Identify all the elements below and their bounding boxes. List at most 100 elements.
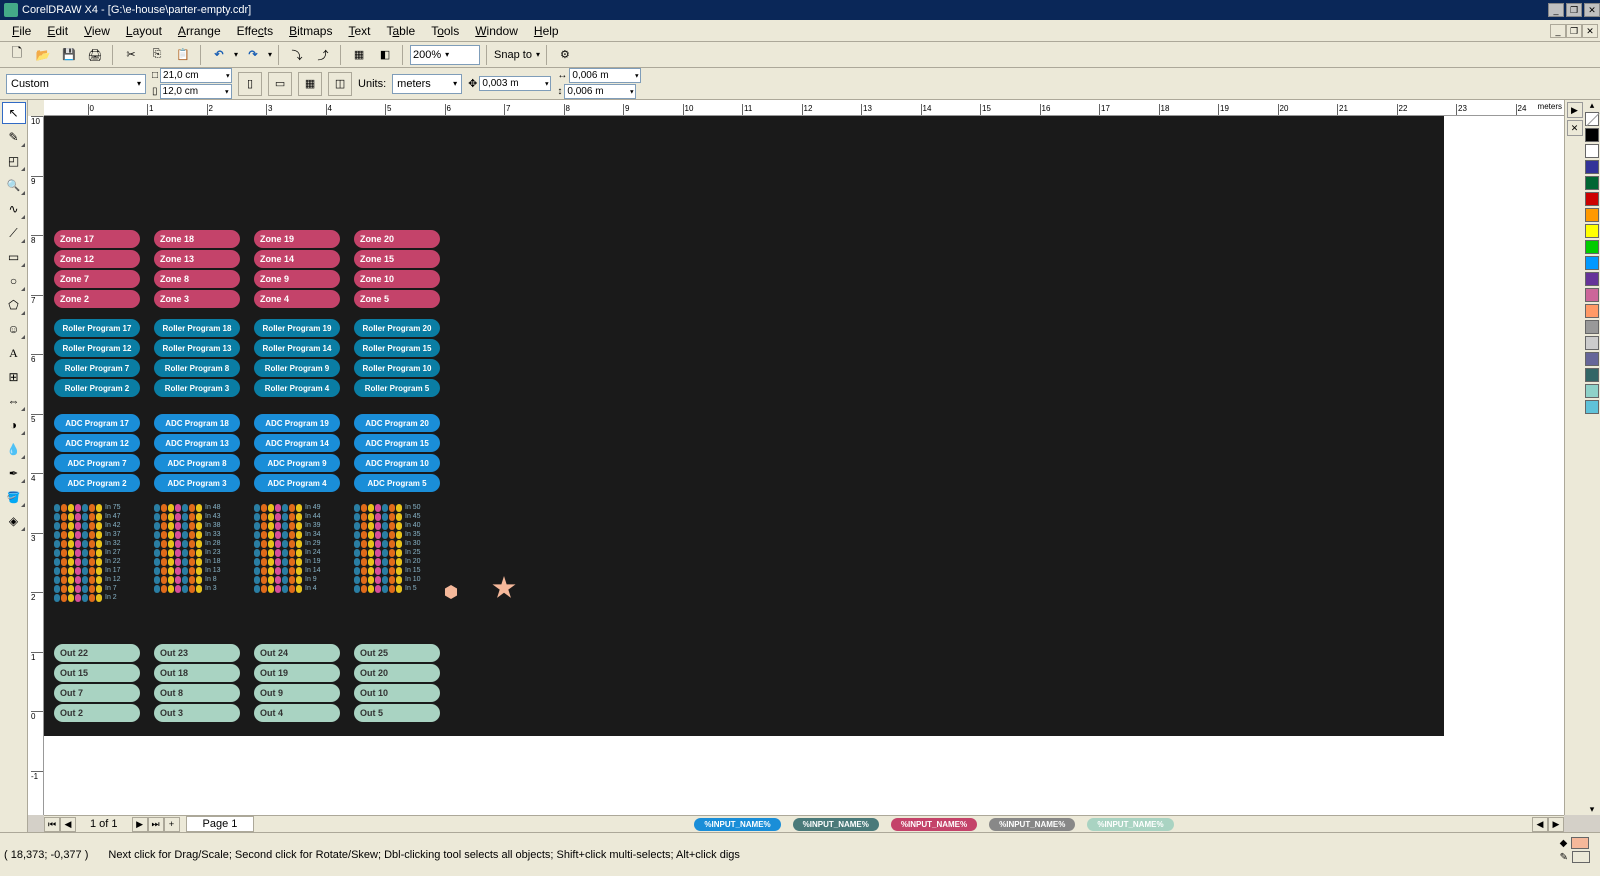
roller-program-button[interactable]: Roller Program 18	[154, 319, 240, 337]
adc-program-button[interactable]: ADC Program 14	[254, 434, 340, 452]
color-swatch[interactable]	[1585, 304, 1599, 318]
horizontal-ruler[interactable]: 0123456789101112131415161718192021222324…	[28, 100, 1564, 116]
output-button[interactable]: Out 24	[254, 644, 340, 662]
fill-swatch[interactable]	[1571, 837, 1589, 849]
zone-button[interactable]: Zone 14	[254, 250, 340, 268]
output-button[interactable]: Out 2	[54, 704, 140, 722]
duplicate-x-field[interactable]: 0,006 m	[569, 68, 641, 83]
add-page-button[interactable]: +	[164, 817, 180, 832]
zone-button[interactable]: Zone 7	[54, 270, 140, 288]
adc-program-button[interactable]: ADC Program 4	[254, 474, 340, 492]
paper-width-field[interactable]: 21,0 cm	[160, 68, 232, 83]
hints-tab[interactable]: ▶	[1567, 102, 1583, 118]
zone-button[interactable]: Zone 9	[254, 270, 340, 288]
color-swatch[interactable]	[1585, 256, 1599, 270]
output-button[interactable]: Out 7	[54, 684, 140, 702]
table-tool[interactable]	[2, 366, 26, 388]
input-name-tag[interactable]: %INPUT_NAME%	[694, 818, 780, 831]
duplicate-y-field[interactable]: 0,006 m	[564, 84, 636, 99]
import-button[interactable]	[286, 44, 308, 66]
maximize-button[interactable]: ❐	[1566, 3, 1582, 17]
no-color-swatch[interactable]	[1585, 112, 1599, 126]
output-button[interactable]: Out 10	[354, 684, 440, 702]
prev-page-button[interactable]: ◀	[60, 817, 76, 832]
color-swatch[interactable]	[1585, 272, 1599, 286]
outline-tool[interactable]	[2, 462, 26, 484]
zoom-tool[interactable]	[2, 174, 26, 196]
palette-down-button[interactable]: ▾	[1584, 804, 1600, 815]
vertical-ruler[interactable]: 109876543210-1	[28, 116, 44, 815]
zone-button[interactable]: Zone 15	[354, 250, 440, 268]
color-swatch[interactable]	[1585, 176, 1599, 190]
color-swatch[interactable]	[1585, 368, 1599, 382]
export-button[interactable]	[312, 44, 334, 66]
zone-button[interactable]: Zone 19	[254, 230, 340, 248]
input-name-tag[interactable]: %INPUT_NAME%	[891, 818, 977, 831]
color-swatch[interactable]	[1585, 128, 1599, 142]
output-button[interactable]: Out 23	[154, 644, 240, 662]
color-swatch[interactable]	[1585, 160, 1599, 174]
zone-button[interactable]: Zone 3	[154, 290, 240, 308]
output-button[interactable]: Out 8	[154, 684, 240, 702]
adc-program-button[interactable]: ADC Program 10	[354, 454, 440, 472]
minimize-button[interactable]: _	[1548, 3, 1564, 17]
paper-type-dropdown[interactable]: Custom	[6, 74, 146, 94]
output-button[interactable]: Out 19	[254, 664, 340, 682]
zone-button[interactable]: Zone 2	[54, 290, 140, 308]
color-swatch[interactable]	[1585, 192, 1599, 206]
zone-button[interactable]: Zone 8	[154, 270, 240, 288]
menu-bitmaps[interactable]: Bitmaps	[281, 22, 340, 40]
zone-button[interactable]: Zone 17	[54, 230, 140, 248]
menu-effects[interactable]: Effects	[229, 22, 281, 40]
roller-program-button[interactable]: Roller Program 12	[54, 339, 140, 357]
roller-program-button[interactable]: Roller Program 9	[254, 359, 340, 377]
color-swatch[interactable]	[1585, 400, 1599, 414]
welcome-button[interactable]: ◧	[374, 44, 396, 66]
adc-program-button[interactable]: ADC Program 8	[154, 454, 240, 472]
adc-program-button[interactable]: ADC Program 19	[254, 414, 340, 432]
zone-button[interactable]: Zone 20	[354, 230, 440, 248]
interactive-blend-tool[interactable]	[2, 414, 26, 436]
input-strip[interactable]: In 48In 43In 38In 33In 28In 23In 18In 13…	[154, 503, 240, 603]
input-name-tag[interactable]: %INPUT_NAME%	[1087, 818, 1173, 831]
adc-program-button[interactable]: ADC Program 5	[354, 474, 440, 492]
adc-program-button[interactable]: ADC Program 13	[154, 434, 240, 452]
crop-tool[interactable]	[2, 150, 26, 172]
menu-help[interactable]: Help	[526, 22, 567, 40]
snap-dropdown-icon[interactable]: ▾	[536, 50, 540, 59]
adc-program-button[interactable]: ADC Program 17	[54, 414, 140, 432]
paper-height-field[interactable]: 12,0 cm	[160, 84, 232, 99]
roller-program-button[interactable]: Roller Program 5	[354, 379, 440, 397]
output-button[interactable]: Out 3	[154, 704, 240, 722]
menu-window[interactable]: Window	[467, 22, 526, 40]
ellipse-tool[interactable]	[2, 270, 26, 292]
nudge-field[interactable]: 0,003 m	[479, 76, 551, 91]
input-strip[interactable]: In 50In 45In 40In 35In 30In 25In 20In 15…	[354, 503, 440, 603]
output-button[interactable]: Out 5	[354, 704, 440, 722]
output-button[interactable]: Out 22	[54, 644, 140, 662]
roller-program-button[interactable]: Roller Program 20	[354, 319, 440, 337]
text-tool[interactable]	[2, 342, 26, 364]
menu-edit[interactable]: Edit	[39, 22, 76, 40]
drawing-page[interactable]: Zone 17Zone 18Zone 19Zone 20Zone 12Zone …	[44, 116, 1444, 736]
menu-text[interactable]: Text	[340, 22, 378, 40]
output-button[interactable]: Out 18	[154, 664, 240, 682]
color-swatch[interactable]	[1585, 288, 1599, 302]
adc-program-button[interactable]: ADC Program 3	[154, 474, 240, 492]
page-sizes-button[interactable]: ◫	[328, 72, 352, 96]
adc-program-button[interactable]: ADC Program 20	[354, 414, 440, 432]
copy-button[interactable]	[146, 44, 168, 66]
input-name-tag[interactable]: %INPUT_NAME%	[989, 818, 1075, 831]
roller-program-button[interactable]: Roller Program 2	[54, 379, 140, 397]
paste-button[interactable]	[172, 44, 194, 66]
roller-program-button[interactable]: Roller Program 17	[54, 319, 140, 337]
smart-fill-tool[interactable]	[2, 222, 26, 244]
roller-program-button[interactable]: Roller Program 8	[154, 359, 240, 377]
input-strip[interactable]: In 49In 44In 39In 34In 29In 24In 19In 14…	[254, 503, 340, 603]
zone-button[interactable]: Zone 5	[354, 290, 440, 308]
page-tab[interactable]: Page 1	[186, 816, 255, 832]
color-swatch[interactable]	[1585, 240, 1599, 254]
roller-program-button[interactable]: Roller Program 7	[54, 359, 140, 377]
color-swatch[interactable]	[1585, 384, 1599, 398]
doc-close-button[interactable]: ✕	[1582, 24, 1598, 38]
